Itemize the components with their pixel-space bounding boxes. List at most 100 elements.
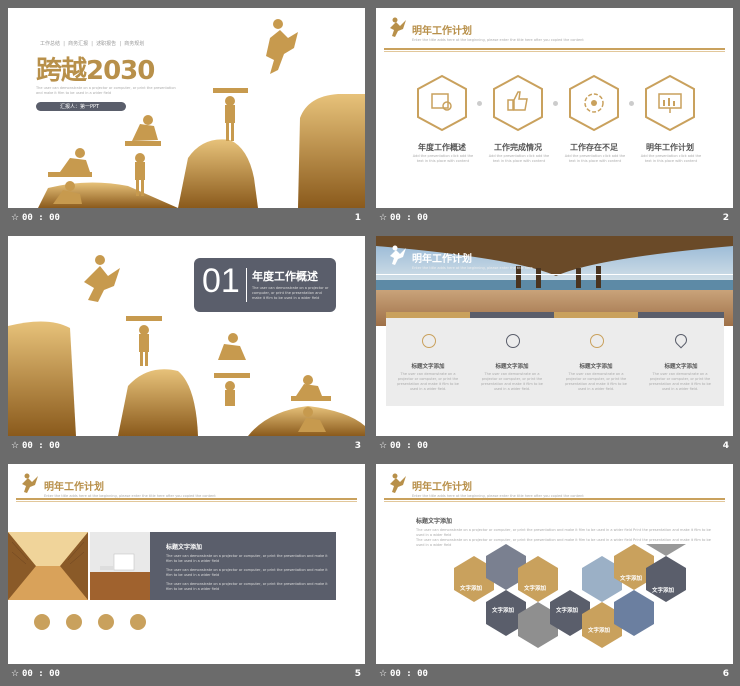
- slide-number: 5: [354, 669, 361, 679]
- desk-photo: [90, 532, 150, 600]
- slide-3: 01 年度工作概述 The user can demonstrate on a …: [8, 236, 365, 436]
- card-title-4: 标题文字添加: [664, 364, 698, 370]
- jumper-logo-icon: [390, 245, 406, 265]
- slide-number: 3: [354, 441, 361, 451]
- slide-time: 00 : 00: [22, 213, 60, 223]
- slide-time: 00 : 00: [390, 669, 428, 679]
- hexagon-frame: [417, 74, 467, 132]
- agenda-item: [414, 74, 470, 136]
- card-desc-2: The user can demonstrate on a projector …: [481, 372, 543, 391]
- header-rule-thin: [384, 501, 725, 502]
- hex-label: 文字添加: [588, 628, 611, 634]
- slide-thumb-1[interactable]: 工作总结 | 商务汇报 | 述职报告 | 商务规划 跨越2030 The use…: [8, 8, 365, 230]
- buildings-photo: [8, 532, 88, 600]
- section-divider: [246, 268, 247, 302]
- agenda-item: [490, 74, 546, 136]
- header-rule: [384, 498, 725, 500]
- hexagon-frame: [569, 74, 619, 132]
- star-icon[interactable]: ☆: [11, 213, 19, 223]
- slide-thumb-3[interactable]: 01 年度工作概述 The user can demonstrate on a …: [8, 236, 365, 458]
- jumper-logo-icon: [390, 17, 406, 37]
- car-icon: [98, 614, 114, 630]
- header-rule-thin: [384, 51, 725, 52]
- slide-4: 明年工作计划 Enter the title adds here at the …: [376, 236, 733, 436]
- slide-header-title: 明年工作计划: [412, 482, 472, 493]
- card-topbar: [554, 312, 638, 318]
- card-title-1: 标题文字添加: [411, 364, 445, 370]
- slide-header-sub: Enter the title adds here at the beginni…: [412, 38, 584, 42]
- block-line-1: The user can demonstrate on a projector …: [416, 528, 711, 537]
- agenda-desc-4: Add the presentation click add the text …: [640, 154, 702, 163]
- slide-footer: ☆ 00 : 00 2: [376, 208, 733, 230]
- hexagon-frame: [493, 74, 543, 132]
- climbers-illustration: [38, 19, 365, 208]
- slide-time: 00 : 00: [22, 669, 60, 679]
- slide-number: 2: [722, 213, 729, 223]
- trophy-icon: [66, 614, 82, 630]
- hex-label: 文字添加: [460, 586, 483, 592]
- slide-header-title: 明年工作计划: [412, 254, 472, 265]
- slide-header-sub: Enter the title adds here at the beginni…: [412, 266, 533, 270]
- header-rule: [376, 274, 733, 275]
- card-topbar: [470, 312, 554, 318]
- slide-footer: ☆ 00 : 00 1: [8, 208, 365, 230]
- panel-line-2: The user can demonstrate on a projector …: [166, 568, 328, 577]
- slide-thumb-4[interactable]: 明年工作计划 Enter the title adds here at the …: [376, 236, 733, 458]
- star-icon[interactable]: ☆: [11, 669, 19, 679]
- hex-label: 文字添加: [556, 608, 579, 614]
- slide-6: 明年工作计划 Enter the title adds here at the …: [376, 464, 733, 664]
- slide-header-title: 明年工作计划: [412, 26, 472, 37]
- header-rule: [384, 48, 725, 50]
- slide-5: 明年工作计划 Enter the title adds here at the …: [8, 464, 365, 664]
- slide-time: 00 : 00: [390, 441, 428, 451]
- hex-label: 文字添加: [652, 588, 675, 594]
- card-desc-1: The user can demonstrate on a projector …: [397, 372, 459, 391]
- slide-number: 6: [722, 669, 729, 679]
- hex-label: 文字添加: [524, 586, 547, 592]
- connector-dot: [477, 101, 482, 106]
- agenda-label-1: 年度工作概述: [418, 143, 466, 152]
- star-icon[interactable]: ☆: [379, 669, 387, 679]
- slide-2: 明年工作计划 Enter the title adds here at the …: [376, 8, 733, 208]
- rmb-icon: [34, 614, 50, 630]
- card-topbar: [638, 312, 724, 318]
- star-icon[interactable]: ☆: [379, 441, 387, 451]
- star-icon[interactable]: ☆: [379, 213, 387, 223]
- hexagon-frame: [645, 74, 695, 132]
- hex-label: 文字添加: [620, 576, 643, 582]
- slide-header-title: 明年工作计划: [44, 482, 104, 493]
- connector-dot: [553, 101, 558, 106]
- slide-footer: ☆ 00 : 00 4: [376, 436, 733, 458]
- card-desc-3: The user can demonstrate on a projector …: [565, 372, 627, 391]
- slide-time: 00 : 00: [22, 441, 60, 451]
- agenda-label-3: 工作存在不足: [570, 143, 618, 152]
- panel-line-1: The user can demonstrate on a projector …: [166, 554, 328, 563]
- agenda-label-2: 工作完成情况: [494, 143, 542, 152]
- slide-thumb-6[interactable]: 明年工作计划 Enter the title adds here at the …: [376, 464, 733, 686]
- section-title: 年度工作概述: [252, 270, 318, 283]
- card-title-2: 标题文字添加: [495, 364, 529, 370]
- header-rule: [16, 498, 357, 500]
- hex-label: 文字添加: [492, 608, 515, 614]
- block-title: 标题文字添加: [416, 518, 453, 525]
- card-topbar: [386, 312, 470, 318]
- agenda-item: [566, 74, 622, 136]
- slide-footer: ☆ 00 : 00 3: [8, 436, 365, 458]
- honeycomb-grid: [454, 544, 686, 648]
- section-number: 01: [202, 262, 240, 300]
- slide-number: 4: [722, 441, 729, 451]
- agenda-item: [642, 74, 698, 136]
- panel-title: 标题文字添加: [166, 544, 203, 551]
- card-title-3: 标题文字添加: [579, 364, 613, 370]
- slide-number: 1: [354, 213, 361, 223]
- location-pin-icon: [130, 614, 146, 630]
- agenda-desc-1: Add the presentation click add the text …: [412, 154, 474, 163]
- slide-time: 00 : 00: [390, 213, 428, 223]
- star-icon[interactable]: ☆: [11, 441, 19, 451]
- tag-icon: [590, 334, 604, 348]
- section-desc: The user can demonstrate on a projector …: [252, 286, 329, 300]
- globe-icon: [506, 334, 520, 348]
- panel-line-3: The user can demonstrate on a projector …: [166, 582, 328, 591]
- slide-thumb-2[interactable]: 明年工作计划 Enter the title adds here at the …: [376, 8, 733, 230]
- slide-thumb-5[interactable]: 明年工作计划 Enter the title adds here at the …: [8, 464, 365, 686]
